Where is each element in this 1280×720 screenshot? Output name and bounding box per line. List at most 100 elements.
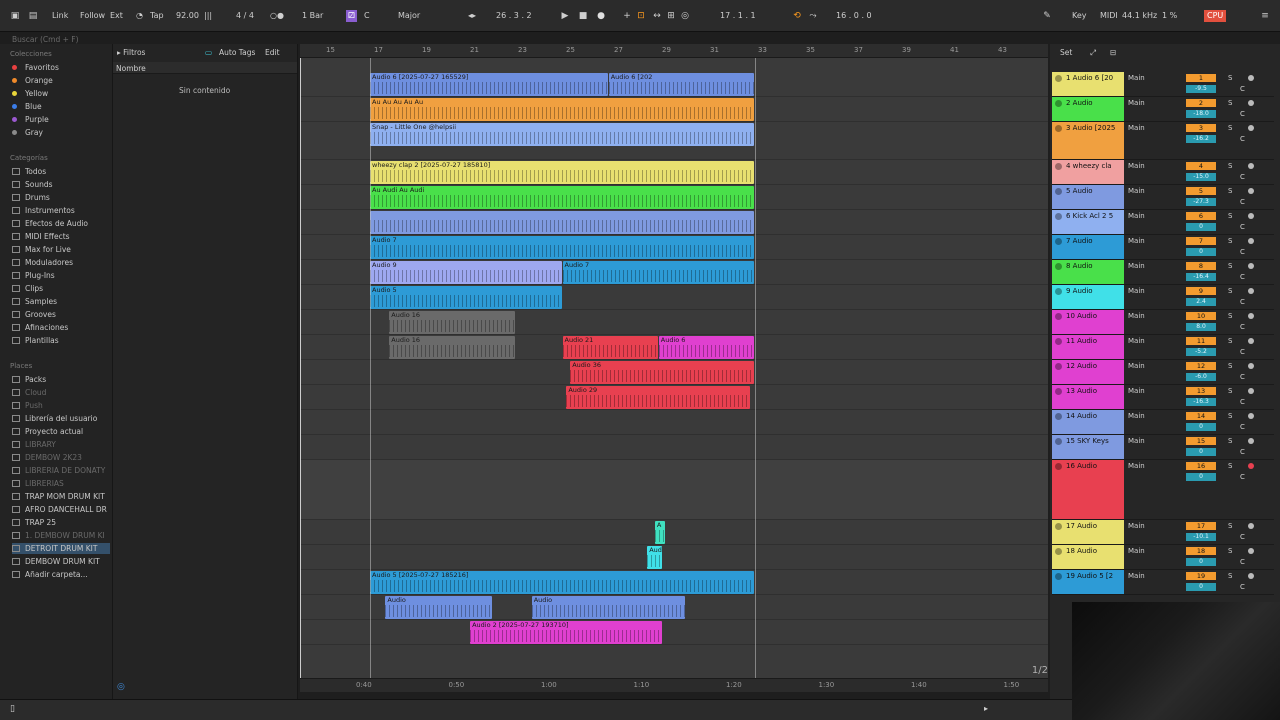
track-name[interactable]: 19 Audio 5 [2 (1052, 570, 1124, 594)
arm-icon[interactable] (1248, 573, 1254, 579)
metronome-icon[interactable]: ◔ (136, 10, 143, 22)
track-activator[interactable]: 12 (1186, 362, 1216, 370)
track-header[interactable]: 4 wheezy cla Main 4 -15.0 S C (1052, 160, 1274, 185)
arm-icon[interactable] (1248, 238, 1254, 244)
volume-field[interactable]: 0 (1186, 473, 1216, 481)
audio-clip[interactable]: Audio 7 (562, 261, 754, 284)
crossfade-button[interactable]: C (1240, 533, 1245, 541)
track-activator[interactable]: 9 (1186, 287, 1216, 295)
audio-clip[interactable]: Audio 21 (562, 336, 658, 359)
volume-field[interactable]: 0 (1186, 248, 1216, 256)
volume-field[interactable]: -9.5 (1186, 85, 1216, 93)
track-activator[interactable]: 19 (1186, 572, 1216, 580)
arm-icon[interactable] (1248, 288, 1254, 294)
session-record-icon[interactable]: ⊞ (664, 9, 678, 23)
crossfade-button[interactable]: C (1240, 248, 1245, 256)
overview-icon[interactable]: ▯ (10, 704, 15, 714)
audio-clip[interactable]: Audio 2 [2025-07-27 193710] (470, 621, 662, 644)
arm-icon[interactable] (1248, 523, 1254, 529)
volume-field[interactable]: -5.2 (1186, 348, 1216, 356)
collection-item[interactable]: Gray (12, 127, 110, 138)
solo-button[interactable]: S (1228, 522, 1232, 530)
output-select[interactable]: Main (1128, 74, 1145, 82)
volume-field[interactable]: -6.0 (1186, 373, 1216, 381)
track-name[interactable]: 16 Audio (1052, 460, 1124, 519)
play-icon[interactable]: ▶ (558, 9, 572, 23)
place-item[interactable]: DEMBOW 2K23 (12, 452, 110, 463)
expand-icon[interactable]: ⤢ (1090, 48, 1096, 58)
track-lane[interactable] (300, 520, 1048, 545)
crossfade-button[interactable]: C (1240, 373, 1245, 381)
audio-clip[interactable]: Snap - Little One @helpsii (370, 123, 754, 146)
solo-button[interactable]: S (1228, 412, 1232, 420)
solo-button[interactable]: S (1228, 387, 1232, 395)
track-name[interactable]: 1 Audio 6 [20 (1052, 72, 1124, 96)
arm-icon[interactable] (1248, 263, 1254, 269)
track-lane[interactable] (300, 545, 1048, 570)
fold-icon[interactable] (1055, 388, 1062, 395)
track-name[interactable]: 13 Audio (1052, 385, 1124, 409)
track-header[interactable]: 5 Audio Main 5 -27.3 S C (1052, 185, 1274, 210)
solo-button[interactable]: S (1228, 124, 1232, 132)
audio-clip[interactable]: wheezy clap 2 [2025-07-27 185810] (370, 161, 754, 184)
place-item[interactable]: 1. DEMBOW DRUM KI (12, 530, 110, 541)
audio-clip[interactable]: Au Audi Au Audi (370, 186, 754, 209)
crossfade-button[interactable]: C (1240, 173, 1245, 181)
track-header[interactable]: 6 Kick Acl 2 5 Main 6 0 S C (1052, 210, 1274, 235)
solo-button[interactable]: S (1228, 237, 1232, 245)
crossfade-button[interactable]: C (1240, 448, 1245, 456)
audio-clip[interactable]: Audio 9 (370, 261, 562, 284)
place-item[interactable]: DEMBOW DRUM KIT (12, 556, 110, 567)
crossfade-button[interactable]: C (1240, 473, 1245, 481)
crossfade-button[interactable]: C (1240, 198, 1245, 206)
track-activator[interactable]: 2 (1186, 99, 1216, 107)
loop-length-field[interactable]: 16 . 0 . 0 (836, 10, 872, 22)
category-item[interactable]: MIDI Effects (12, 231, 110, 242)
category-item[interactable]: Samples (12, 296, 110, 307)
solo-button[interactable]: S (1228, 437, 1232, 445)
key-map-button[interactable]: Key (1072, 10, 1087, 22)
search-input[interactable]: Buscar (Cmd + F) (12, 34, 110, 45)
fold-icon[interactable] (1055, 413, 1062, 420)
hotswap-icon[interactable]: ◎ (117, 682, 125, 692)
fold-icon[interactable] (1055, 313, 1062, 320)
output-select[interactable]: Main (1128, 287, 1145, 295)
category-item[interactable]: Clips (12, 283, 110, 294)
crossfade-button[interactable]: C (1240, 558, 1245, 566)
track-name[interactable]: 12 Audio (1052, 360, 1124, 384)
output-select[interactable]: Main (1128, 212, 1145, 220)
output-select[interactable]: Main (1128, 337, 1145, 345)
place-item[interactable]: Packs (12, 374, 110, 385)
audio-clip[interactable]: Au Au Au Au Au (370, 98, 754, 121)
quantize-select[interactable]: 1 Bar (302, 10, 323, 22)
volume-field[interactable]: 2.4 (1186, 298, 1216, 306)
scale-select[interactable]: Major (398, 10, 420, 22)
ext-button[interactable]: Ext (110, 10, 123, 22)
crossfade-button[interactable]: C (1240, 135, 1245, 143)
track-lane[interactable] (300, 435, 1048, 460)
audio-clip[interactable]: Audio 5 (370, 286, 562, 309)
song-position[interactable]: 26 . 3 . 2 (496, 10, 532, 22)
arm-icon[interactable] (1248, 413, 1254, 419)
place-item[interactable]: LIBRERIA DE DONATY (12, 465, 110, 476)
track-activator[interactable]: 1 (1186, 74, 1216, 82)
draw-mode-icon[interactable]: ✎ (1040, 9, 1054, 23)
solo-button[interactable]: S (1228, 162, 1232, 170)
menu-icon[interactable]: ≡ (1258, 9, 1272, 23)
category-item[interactable]: Afinaciones (12, 322, 110, 333)
output-select[interactable]: Main (1128, 362, 1145, 370)
arm-icon[interactable] (1248, 100, 1254, 106)
track-activator[interactable]: 8 (1186, 262, 1216, 270)
place-item[interactable]: Push (12, 400, 110, 411)
track-name[interactable]: 11 Audio (1052, 335, 1124, 359)
track-header[interactable]: 3 Audio [2025 Main 3 -16.2 S C (1052, 122, 1274, 160)
set-button[interactable]: Set (1060, 48, 1072, 57)
track-lane[interactable] (300, 410, 1048, 435)
output-select[interactable]: Main (1128, 437, 1145, 445)
audio-clip[interactable] (370, 211, 754, 234)
track-name[interactable]: 18 Audio (1052, 545, 1124, 569)
category-item[interactable]: Todos (12, 166, 110, 177)
solo-button[interactable]: S (1228, 362, 1232, 370)
track-name[interactable]: 4 wheezy cla (1052, 160, 1124, 184)
panel-toggle-icon[interactable]: ▣ (8, 9, 22, 23)
